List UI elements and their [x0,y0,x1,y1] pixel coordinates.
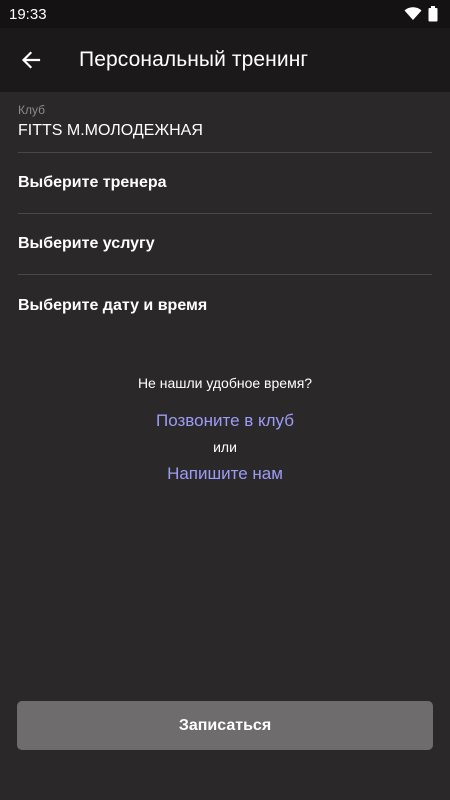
booking-form: Клуб FITTS М.МОЛОДЕЖНАЯ Выберите тренера… [0,92,450,336]
help-question: Не нашли удобное время? [137,375,313,391]
app-bar: Персональный тренинг [0,28,450,92]
submit-button[interactable]: Записаться [17,701,433,750]
back-button[interactable] [0,28,62,92]
page-title: Персональный тренинг [79,48,309,71]
status-time: 19:33 [9,5,47,23]
select-datetime-label: Выберите дату и время [18,296,208,314]
select-trainer-row[interactable]: Выберите тренера [18,153,432,214]
arrow-back-icon [21,51,41,69]
status-bar: 19:33 [0,0,450,28]
battery-icon [428,6,438,22]
submit-button-label: Записаться [178,716,272,734]
select-trainer-label: Выберите тренера [18,174,167,191]
club-caption: Клуб [18,103,45,117]
help-or-text: или [213,439,237,455]
select-service-label: Выберите услугу [18,235,155,252]
club-value: FITTS М.МОЛОДЕЖНАЯ [18,122,203,139]
help-section: Не нашли удобное время? Позвоните в клуб… [0,373,450,484]
club-field[interactable]: Клуб FITTS М.МОЛОДЕЖНАЯ [18,92,432,153]
write-us-link[interactable]: Напишите нам [167,464,283,484]
wifi-icon [404,7,422,20]
select-datetime-row[interactable]: Выберите дату и время [18,275,432,336]
call-club-link[interactable]: Позвоните в клуб [156,411,294,431]
select-service-row[interactable]: Выберите услугу [18,214,432,275]
navigation-bar [0,774,450,800]
status-icons [404,6,438,22]
